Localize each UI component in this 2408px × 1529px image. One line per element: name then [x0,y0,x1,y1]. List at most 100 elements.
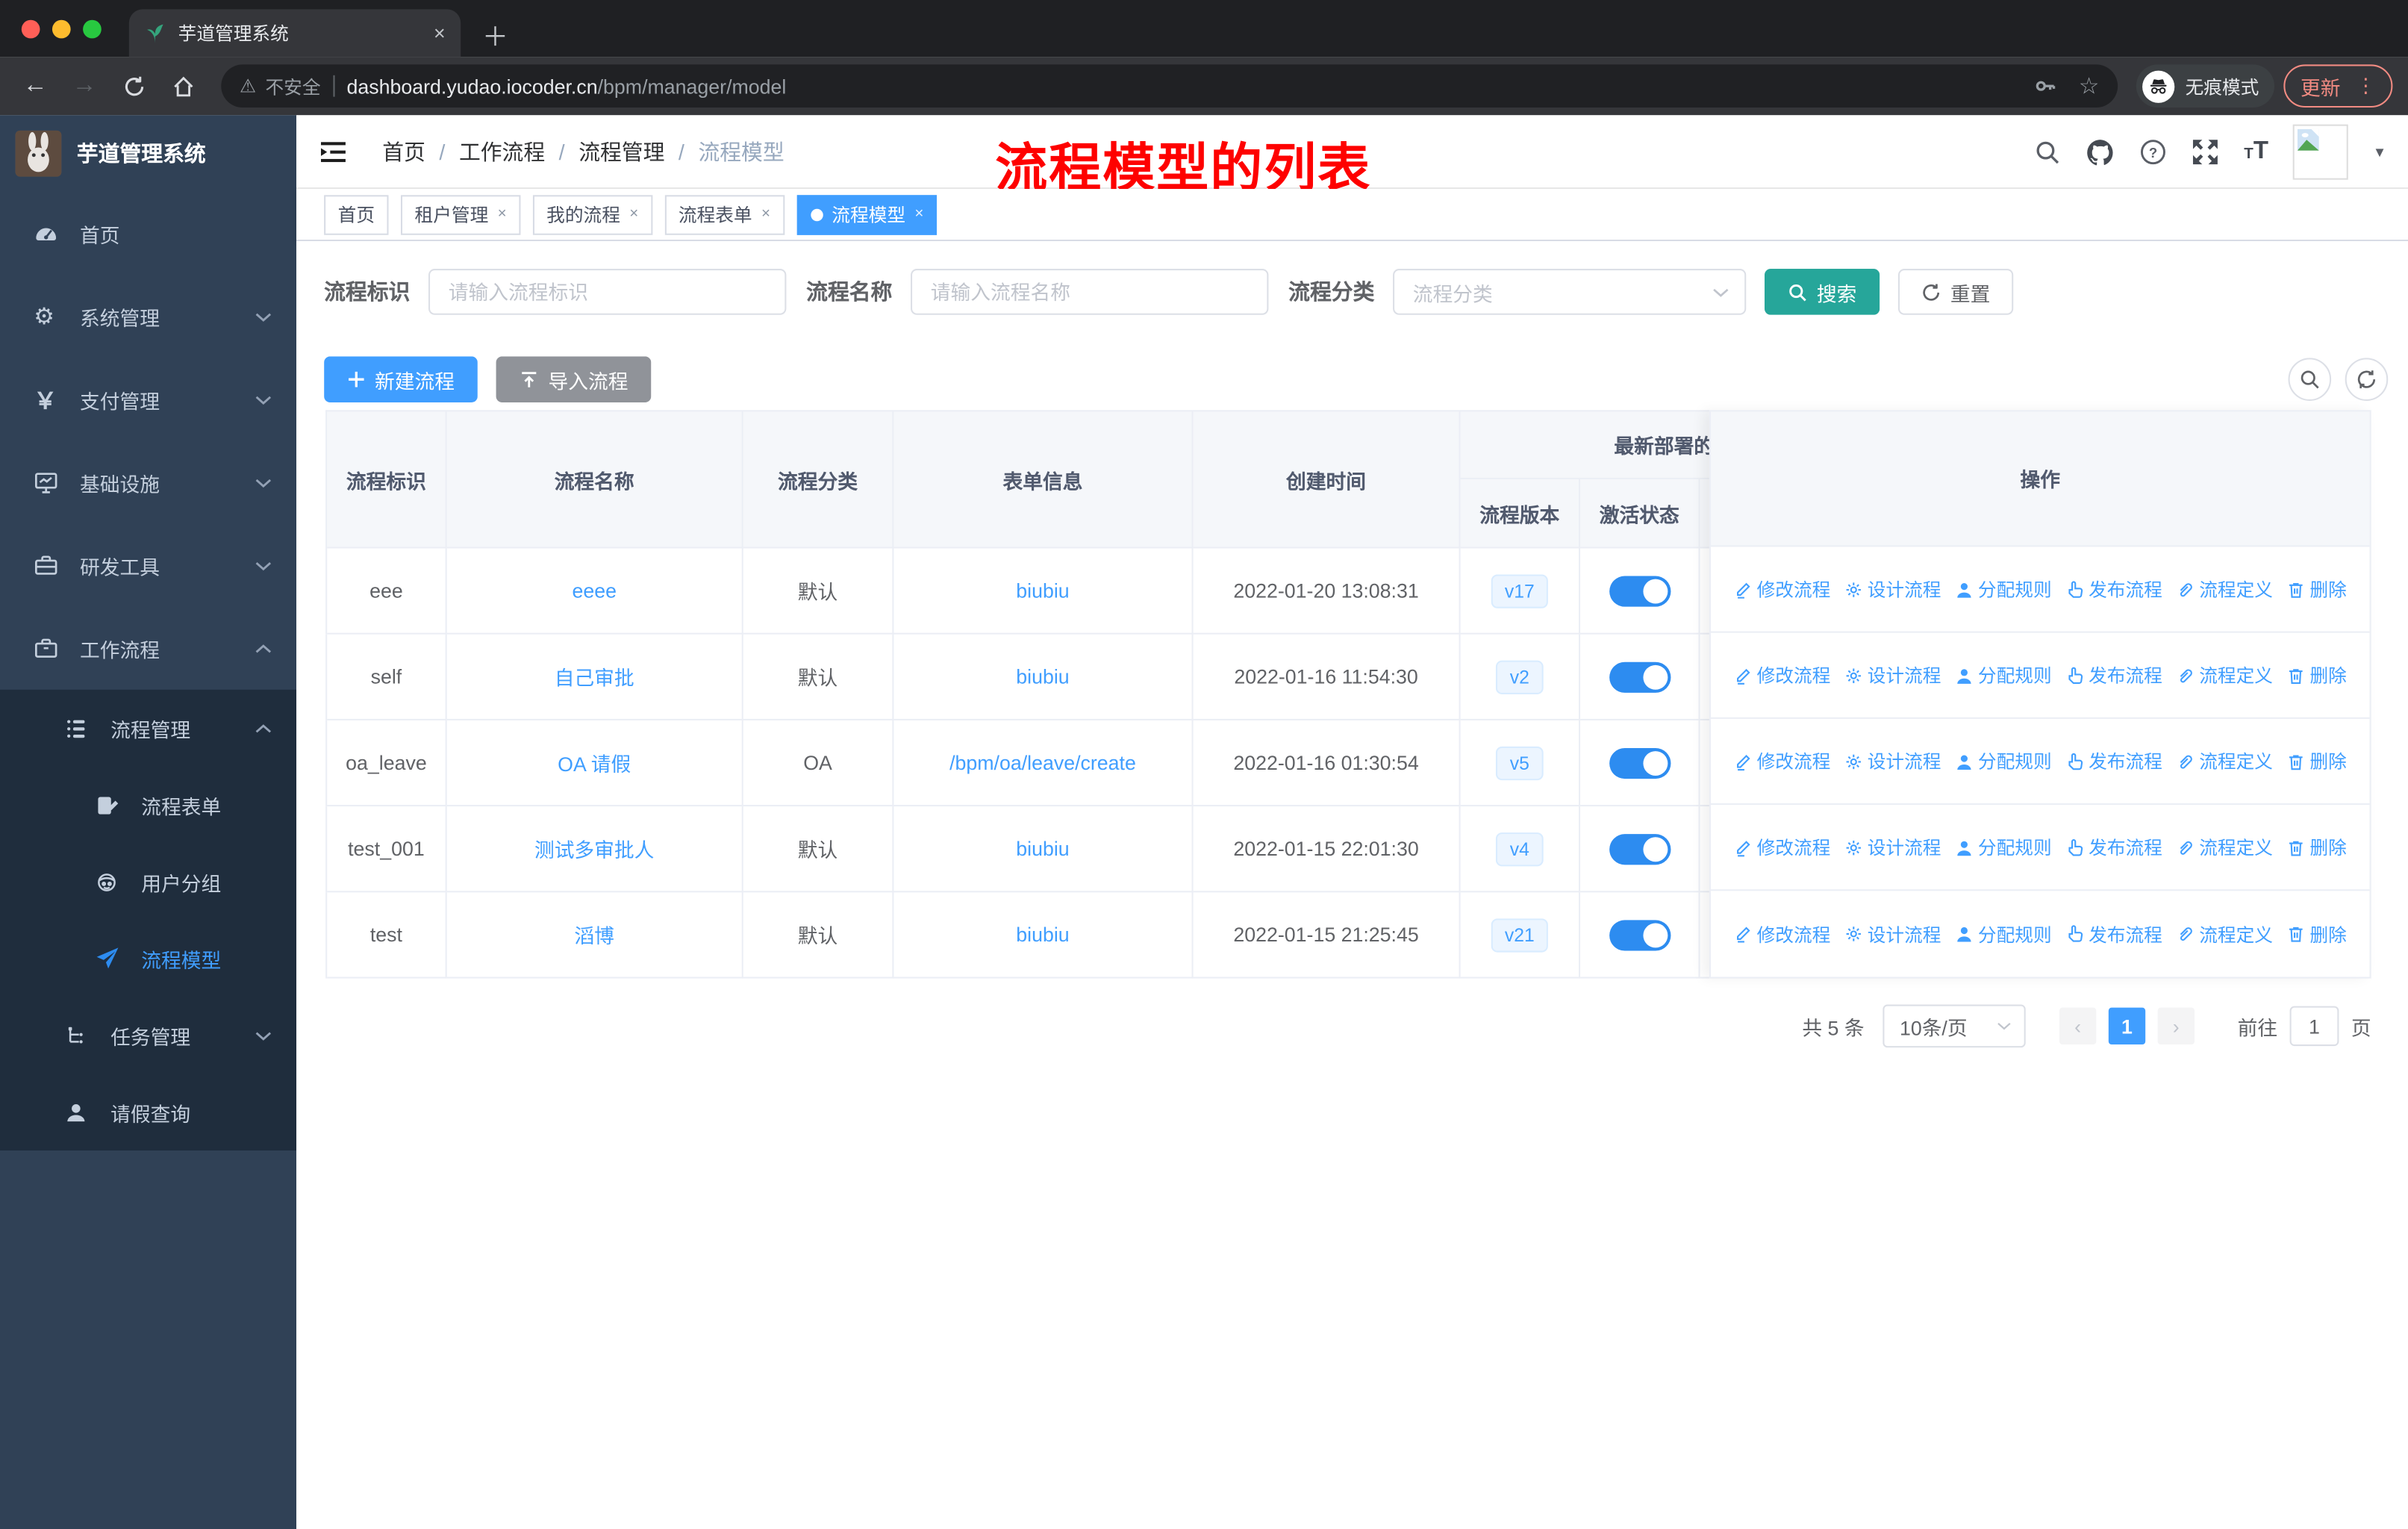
process-definition-link[interactable]: 流程定义 [2176,834,2273,860]
active-toggle[interactable] [1609,661,1671,692]
search-icon[interactable] [2033,138,2061,166]
publish-process-link[interactable]: 发布流程 [2065,748,2162,774]
assign-rule-link[interactable]: 分配规则 [1955,834,2052,860]
assign-rule-link[interactable]: 分配规则 [1955,748,2052,774]
security-warning[interactable]: ⚠ 不安全 [240,73,321,99]
assign-rule-link[interactable]: 分配规则 [1955,921,2052,947]
delete-link[interactable]: 删除 [2287,662,2347,688]
delete-link[interactable]: 删除 [2287,921,2347,947]
edit-process-link[interactable]: 修改流程 [1734,921,1830,947]
edit-process-link[interactable]: 修改流程 [1734,662,1830,688]
assign-rule-link[interactable]: 分配规则 [1955,576,2052,602]
publish-process-link[interactable]: 发布流程 [2065,834,2162,860]
active-toggle[interactable] [1609,747,1671,779]
delete-link[interactable]: 删除 [2287,834,2347,860]
process-name-link[interactable]: OA 请假 [558,748,631,777]
sidebar-item-workflow[interactable]: 工作流程 [0,607,296,690]
font-size-icon[interactable]: TT [2244,138,2268,166]
sidebar-item-user-group[interactable]: 用户分组 [0,844,296,921]
create-process-button[interactable]: 新建流程 [324,356,478,403]
process-definition-link[interactable]: 流程定义 [2176,576,2273,602]
process-name-link[interactable]: 测试多审批人 [534,834,655,863]
browser-tab[interactable]: 芋道管理系统 × [128,9,461,57]
zoom-window-button[interactable] [83,19,102,39]
goto-page-input[interactable] [2289,1006,2339,1047]
close-window-button[interactable] [21,19,40,39]
version-badge[interactable]: v2 [1496,659,1544,694]
process-key-input[interactable] [428,269,787,315]
active-toggle[interactable] [1609,833,1671,865]
close-icon[interactable]: × [629,206,638,223]
design-process-link[interactable]: 设计流程 [1844,576,1941,602]
form-link[interactable]: biubiu [1016,665,1069,688]
publish-process-link[interactable]: 发布流程 [2065,921,2162,947]
edit-process-link[interactable]: 修改流程 [1734,576,1830,602]
close-icon[interactable]: × [761,206,770,223]
close-icon[interactable]: × [914,206,923,223]
avatar-caret-icon[interactable]: ▼ [2373,144,2386,160]
tag-tenant[interactable]: 租户管理 × [401,194,521,234]
process-name-link[interactable]: eeee [572,579,617,602]
forward-button[interactable]: → [64,66,104,105]
tag-process-model[interactable]: 流程模型 × [796,194,938,234]
process-name-link[interactable]: 自己审批 [555,662,634,691]
sidebar-item-task-mgmt[interactable]: 任务管理 [0,997,296,1074]
publish-process-link[interactable]: 发布流程 [2065,576,2162,602]
update-button[interactable]: 更新 ⋮ [2283,64,2393,108]
process-name-input[interactable] [911,269,1269,315]
window-controls[interactable] [21,19,102,39]
sidebar-item-system[interactable]: ⚙ 系统管理 [0,275,296,358]
process-name-link[interactable]: 滔博 [574,920,614,949]
sidebar-item-payment[interactable]: ￥ 支付管理 [0,358,296,440]
collapse-sidebar-icon[interactable] [319,138,347,166]
back-button[interactable]: ← [16,66,55,105]
import-process-button[interactable]: 导入流程 [496,356,652,403]
show-search-button[interactable] [2288,358,2332,401]
active-toggle[interactable] [1609,919,1671,950]
process-category-select[interactable]: 流程分类 [1393,269,1747,315]
version-badge[interactable]: v21 [1491,918,1549,952]
tab-close-icon[interactable]: × [434,22,446,45]
design-process-link[interactable]: 设计流程 [1844,662,1941,688]
sidebar-item-leave-query[interactable]: 请假查询 [0,1074,296,1150]
fullscreen-icon[interactable] [2192,138,2219,166]
avatar[interactable] [2292,124,2348,180]
edit-process-link[interactable]: 修改流程 [1734,748,1830,774]
page-size-select[interactable]: 10条/页 [1883,1004,2026,1048]
sidebar-item-process-model[interactable]: 流程模型 [0,920,296,997]
key-icon[interactable] [2033,74,2057,99]
home-button[interactable] [163,66,202,105]
tag-my-process[interactable]: 我的流程 × [532,194,652,234]
active-toggle[interactable] [1609,575,1671,606]
bookmark-star-icon[interactable]: ☆ [2079,72,2100,100]
page-1-button[interactable]: 1 [2108,1007,2146,1045]
reset-button[interactable]: 重置 [1897,269,2014,315]
sidebar-item-home[interactable]: 首页 [0,192,296,275]
version-badge[interactable]: v17 [1491,573,1549,608]
minimize-window-button[interactable] [52,19,71,39]
address-bar[interactable]: ⚠ 不安全 dashboard.yudao.iocoder.cn/bpm/man… [221,64,2118,108]
design-process-link[interactable]: 设计流程 [1844,748,1941,774]
publish-process-link[interactable]: 发布流程 [2065,662,2162,688]
edit-process-link[interactable]: 修改流程 [1734,834,1830,860]
delete-link[interactable]: 删除 [2287,748,2347,774]
process-definition-link[interactable]: 流程定义 [2176,662,2273,688]
sidebar-item-infra[interactable]: 基础设施 [0,440,296,523]
form-link[interactable]: biubiu [1016,923,1069,946]
assign-rule-link[interactable]: 分配规则 [1955,662,2052,688]
breadcrumb-process-mgmt[interactable]: 流程管理 [578,137,664,167]
sidebar-item-devtools[interactable]: 研发工具 [0,524,296,607]
form-link[interactable]: biubiu [1016,579,1069,602]
github-icon[interactable] [2086,137,2115,166]
app-logo-row[interactable]: 芋道管理系统 [0,115,296,192]
tag-process-form[interactable]: 流程表单 × [664,194,785,234]
breadcrumb-workflow[interactable]: 工作流程 [459,137,545,167]
design-process-link[interactable]: 设计流程 [1844,834,1941,860]
search-button[interactable]: 搜索 [1764,269,1880,315]
form-link[interactable]: biubiu [1016,837,1069,860]
form-link[interactable]: /bpm/oa/leave/create [949,751,1136,774]
refresh-button[interactable] [2345,358,2389,401]
help-icon[interactable]: ? [2139,138,2167,166]
tag-home[interactable]: 首页 [324,194,389,234]
sidebar-item-process-mgmt[interactable]: 流程管理 [0,690,296,767]
